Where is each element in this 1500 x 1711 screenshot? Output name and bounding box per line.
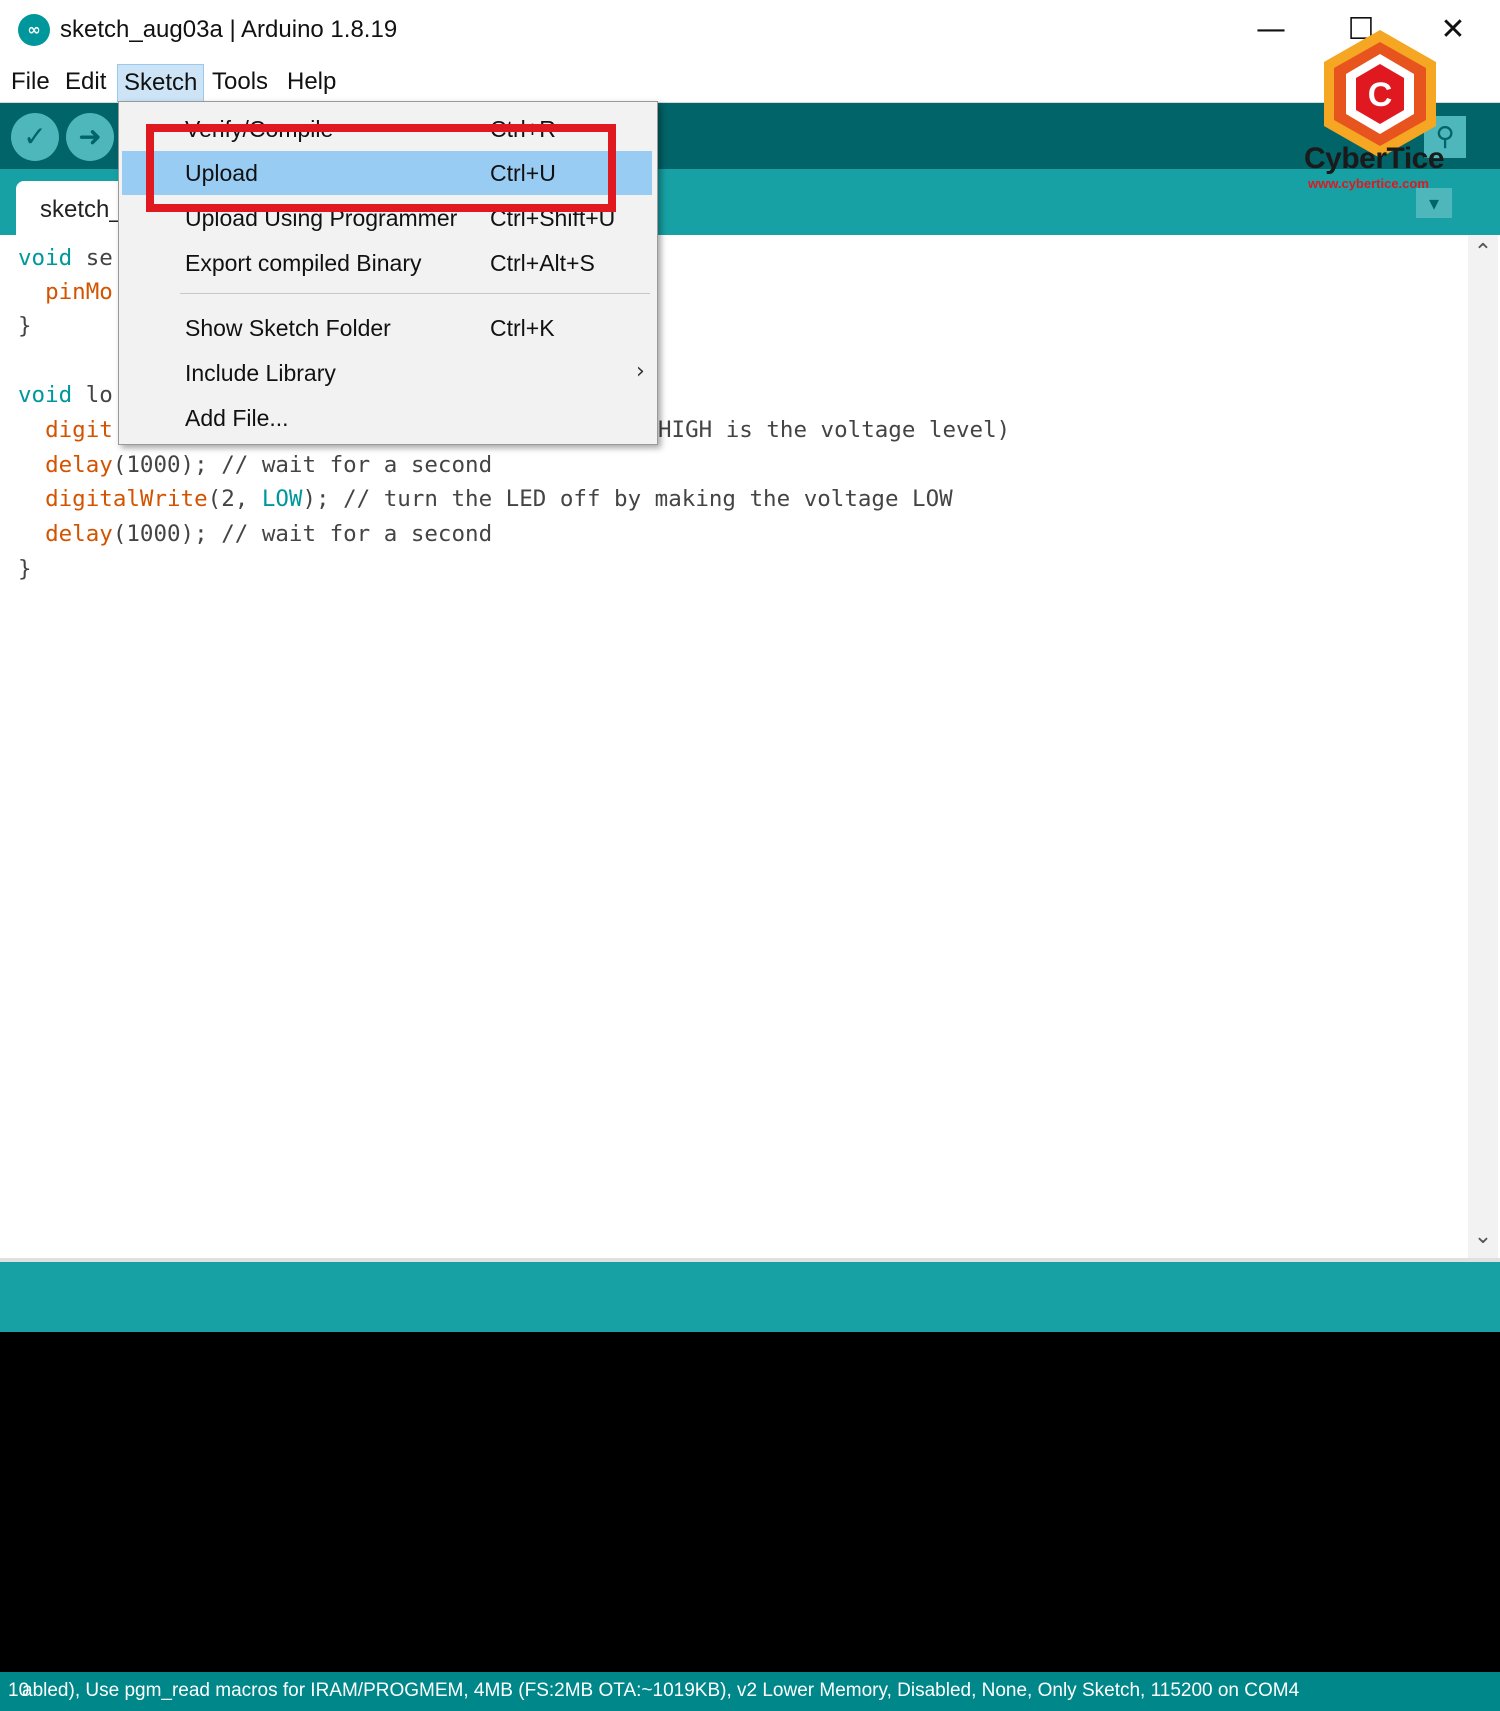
code-line: delay(1000); // wait for a second — [45, 521, 493, 547]
tab-label: sketch_ — [40, 196, 123, 223]
verify-icon[interactable]: ✓ — [11, 113, 59, 161]
code-line: digitalWrite(2, LOW); // turn the LED of… — [45, 486, 953, 512]
code-line: pinMo — [45, 279, 113, 305]
code-line: void lo — [18, 382, 113, 408]
vertical-scrollbar[interactable] — [1468, 235, 1498, 1260]
menu-item-label: Export compiled Binary — [185, 250, 422, 276]
watermark-name: CyberTice — [1304, 142, 1445, 175]
menu-item-shortcut: Ctrl+K — [490, 315, 555, 341]
chevron-right-icon: › — [636, 359, 645, 384]
annotation-highlight-box — [146, 124, 616, 212]
console-output[interactable] — [0, 1332, 1500, 1672]
arduino-infinity-icon: ∞ — [18, 14, 50, 46]
menu-separator — [180, 293, 650, 294]
watermark-url: www.cybertice.com — [1308, 176, 1429, 191]
code-line: digit — [45, 417, 113, 443]
code-line: } — [18, 313, 32, 339]
code-line: } — [18, 556, 32, 582]
scroll-down-icon[interactable]: ⌄ — [1468, 1224, 1498, 1254]
menu-edit[interactable]: Edit — [59, 64, 112, 100]
code-line: delay(1000); // wait for a second — [45, 452, 493, 478]
menu-file[interactable]: File — [5, 64, 56, 100]
menu-item-label: Include Library — [185, 360, 336, 386]
code-line-tail: HIGH is the voltage level) — [658, 417, 1011, 443]
menu-item-label: Show Sketch Folder — [185, 315, 391, 341]
code-line: void se — [18, 245, 113, 271]
upload-icon[interactable]: ➜ — [66, 113, 114, 161]
line-number-status: 10 — [8, 1680, 30, 1701]
menu-sketch[interactable]: Sketch — [117, 64, 205, 102]
logo-letter: C — [1368, 76, 1393, 114]
window-title: sketch_aug03a | Arduino 1.8.19 — [60, 16, 398, 43]
menu-help[interactable]: Help — [281, 64, 342, 100]
menu-item-label: Add File... — [185, 405, 289, 431]
scroll-up-icon[interactable]: ⌃ — [1468, 240, 1498, 270]
menu-item-shortcut: Ctrl+Alt+S — [490, 250, 595, 276]
minimize-icon[interactable]: — — [1246, 8, 1296, 52]
menu-tools[interactable]: Tools — [206, 64, 274, 100]
message-area — [0, 1262, 1500, 1332]
board-config-status: abled), Use pgm_read macros for IRAM/PRO… — [22, 1680, 1300, 1701]
